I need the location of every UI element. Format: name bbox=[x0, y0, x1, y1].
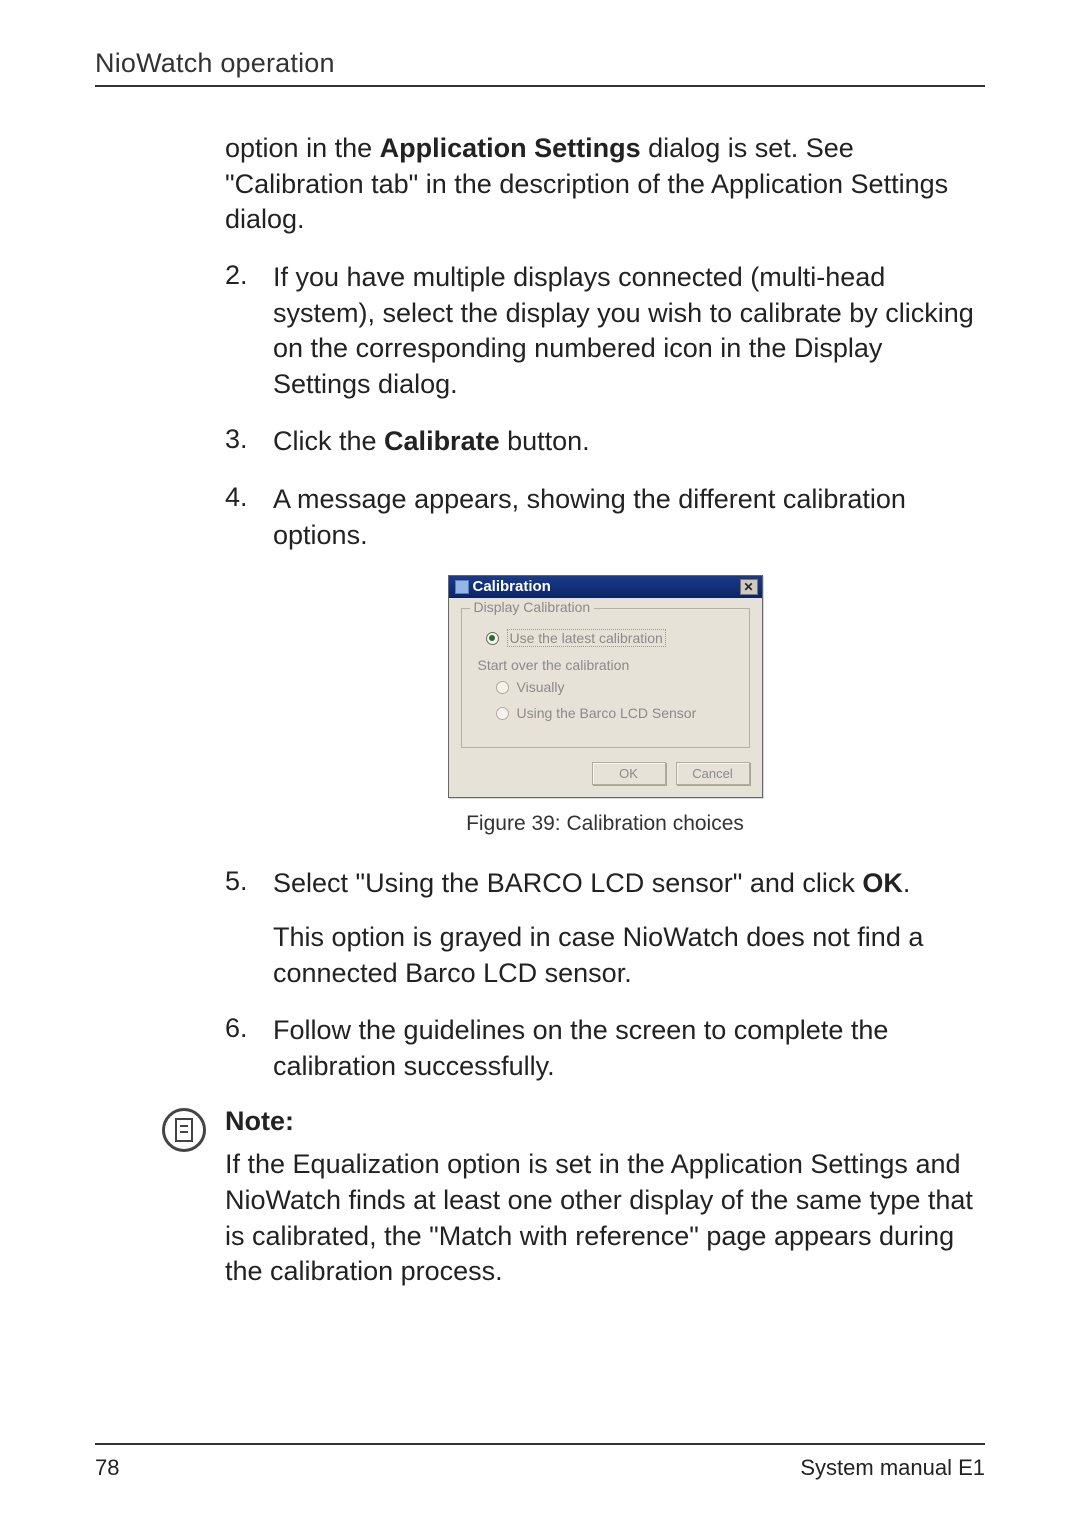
calibration-dialog: Calibration ✕ Display Calibration Use th… bbox=[448, 575, 763, 798]
page-number: 78 bbox=[95, 1455, 119, 1481]
step-4: 4. A message appears, showing the differ… bbox=[225, 482, 985, 553]
step-5-post: . bbox=[903, 868, 911, 898]
step-4-text: A message appears, showing the different… bbox=[273, 482, 985, 553]
radio-icon[interactable] bbox=[496, 681, 509, 694]
intro-paragraph: option in the Application Settings dialo… bbox=[225, 131, 985, 238]
step-2-text: If you have multiple displays connected … bbox=[273, 260, 985, 403]
step-6-text: Follow the guidelines on the screen to c… bbox=[273, 1013, 985, 1084]
running-head: NioWatch operation bbox=[95, 48, 985, 79]
step-2: 2. If you have multiple displays connect… bbox=[225, 260, 985, 403]
step-3-text: Click the Calibrate button. bbox=[273, 424, 985, 460]
note-title: Note: bbox=[225, 1106, 985, 1137]
intro-strong: Application Settings bbox=[380, 133, 641, 163]
page-footer: 78 System manual E1 bbox=[95, 1443, 985, 1481]
calibration-dialog-figure: Calibration ✕ Display Calibration Use th… bbox=[225, 575, 985, 798]
dialog-titlebar: Calibration ✕ bbox=[449, 576, 762, 598]
step-6: 6. Follow the guidelines on the screen t… bbox=[225, 1013, 985, 1084]
note-body-text: If the Equalization option is set in the… bbox=[225, 1147, 985, 1290]
step-3-post: button. bbox=[500, 426, 590, 456]
step-number: 6. bbox=[225, 1013, 273, 1084]
doc-title: System manual E1 bbox=[800, 1455, 985, 1481]
intro-pre: option in the bbox=[225, 133, 380, 163]
step-list: 2. If you have multiple displays connect… bbox=[225, 260, 985, 553]
option-use-latest-label: Use the latest calibration bbox=[507, 629, 666, 647]
option-visually[interactable]: Visually bbox=[496, 679, 737, 695]
option-visually-label: Visually bbox=[517, 679, 565, 695]
step-3-strong: Calibrate bbox=[384, 426, 500, 456]
step-list-cont: 5. Select "Using the BARCO LCD sensor" a… bbox=[225, 866, 985, 1084]
dialog-title-icon bbox=[455, 580, 469, 594]
display-calibration-group: Display Calibration Use the latest calib… bbox=[461, 608, 750, 748]
radio-selected-icon[interactable] bbox=[486, 632, 499, 645]
option-barco-sensor[interactable]: Using the Barco LCD Sensor bbox=[496, 705, 737, 721]
start-over-subhead: Start over the calibration bbox=[478, 657, 737, 673]
note-block: Note: If the Equalization option is set … bbox=[225, 1106, 985, 1290]
cancel-button[interactable]: Cancel bbox=[676, 762, 750, 785]
step-3-pre: Click the bbox=[273, 426, 384, 456]
step-5-text: Select "Using the BARCO LCD sensor" and … bbox=[273, 866, 985, 902]
step-number: 5. bbox=[225, 866, 273, 991]
footer-rule bbox=[95, 1443, 985, 1445]
radio-icon[interactable] bbox=[496, 707, 509, 720]
document-icon bbox=[175, 1118, 193, 1142]
group-legend: Display Calibration bbox=[470, 599, 595, 615]
step-number: 3. bbox=[225, 424, 273, 460]
step-3: 3. Click the Calibrate button. bbox=[225, 424, 985, 460]
dialog-title: Calibration bbox=[473, 578, 551, 595]
header-rule bbox=[95, 85, 985, 87]
ok-button[interactable]: OK bbox=[592, 762, 666, 785]
step-5-extra: This option is grayed in case NioWatch d… bbox=[273, 920, 985, 991]
step-5-strong: OK bbox=[862, 868, 903, 898]
figure-caption: Figure 39: Calibration choices bbox=[225, 812, 985, 836]
step-5: 5. Select "Using the BARCO LCD sensor" a… bbox=[225, 866, 985, 991]
close-icon[interactable]: ✕ bbox=[740, 579, 758, 595]
note-icon bbox=[162, 1108, 206, 1152]
step-number: 2. bbox=[225, 260, 273, 403]
step-number: 4. bbox=[225, 482, 273, 553]
option-barco-label: Using the Barco LCD Sensor bbox=[517, 705, 697, 721]
option-use-latest[interactable]: Use the latest calibration bbox=[486, 629, 737, 647]
step-5-pre: Select "Using the BARCO LCD sensor" and … bbox=[273, 868, 862, 898]
